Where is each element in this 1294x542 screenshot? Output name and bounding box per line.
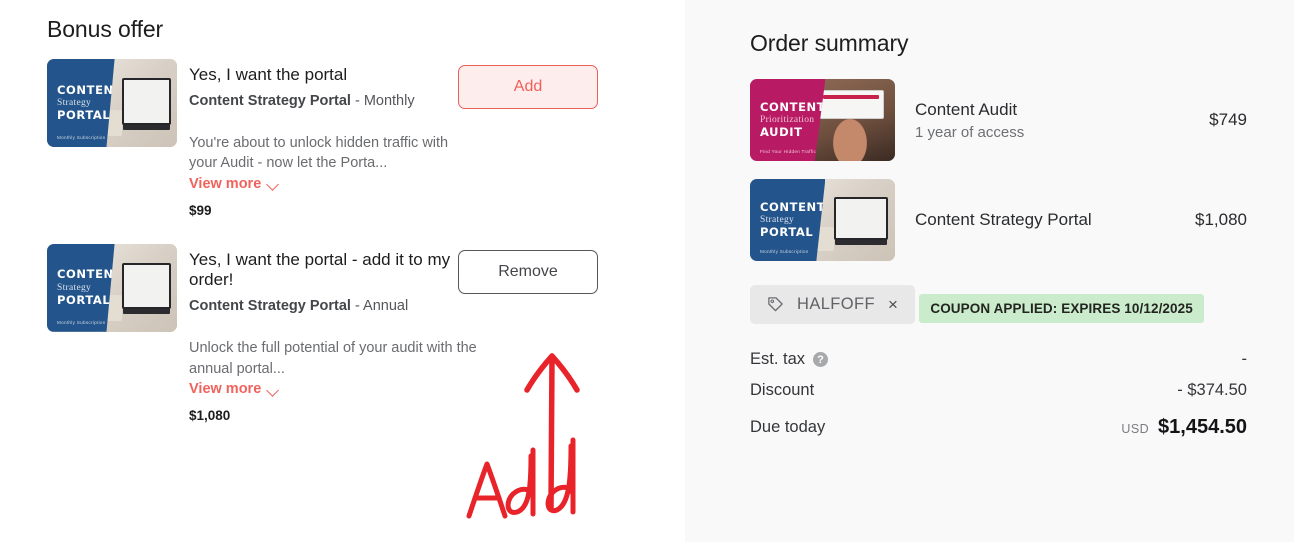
total-label: Est. tax ? [750, 350, 829, 369]
thumbnail-line-4: Monthly Subscription [57, 135, 106, 140]
order-totals: Est. tax ? - Discount - $374.50 Due toda… [750, 350, 1247, 439]
close-icon[interactable]: × [888, 296, 898, 313]
offer-subtitle: Content Strategy Portal - Annual [189, 297, 661, 316]
view-more-label: View more [189, 175, 262, 192]
total-row-discount: Discount - $374.50 [750, 381, 1247, 400]
total-label: Discount [750, 381, 814, 400]
total-row-est-tax: Est. tax ? - [750, 350, 1247, 369]
bonus-offer-item: CONTENT Strategy PORTAL Monthly Subscrip… [47, 243, 661, 424]
order-item-price: $1,080 [1195, 210, 1247, 229]
remove-button[interactable]: Remove [458, 249, 598, 294]
thumbnail-label-panel: CONTENT Prioritization AUDIT Find Your H… [750, 79, 826, 161]
coupon-code-label: HALFOFF [797, 295, 875, 313]
offer-product-name: Content Strategy Portal [189, 298, 351, 315]
offer-description: You're about to unlock hidden traffic wi… [189, 134, 449, 172]
order-item-thumbnail: CONTENT Prioritization AUDIT Find Your H… [750, 79, 895, 161]
offer-heading: Yes, I want the portal - add it to my or… [189, 249, 451, 290]
due-today-value: USD $1,454.50 [1121, 416, 1247, 439]
offer-term: - Annual [350, 298, 409, 315]
page-title: Bonus offer [47, 16, 164, 42]
order-summary-pane: Order summary CONTENT Prioritization AUD… [685, 0, 1294, 542]
thumbnail-line-3: PORTAL [760, 225, 814, 240]
thumbnail-line-1: CONTENT [57, 267, 123, 282]
due-today-label: Due today [750, 418, 826, 436]
chevron-down-icon [268, 180, 279, 187]
offer-thumbnail-image: CONTENT Strategy PORTAL Monthly Subscrip… [47, 243, 177, 332]
bonus-offer-pane: Bonus offer CONTENT Strategy PORTAL Mont… [0, 0, 685, 542]
tag-icon [768, 297, 783, 312]
due-today-amount: $1,454.50 [1158, 416, 1247, 438]
offer-product-name: Content Strategy Portal [189, 92, 351, 109]
thumbnail-line-1: CONTENT [760, 99, 826, 114]
offer-description: Unlock the full potential of your audit … [189, 340, 477, 377]
offer-action-slot: Add [458, 65, 598, 109]
add-button[interactable]: Add [458, 65, 598, 109]
est-tax-value: - [1241, 350, 1248, 368]
order-item-name: Content Strategy Portal [915, 210, 1092, 230]
bonus-offer-item: CONTENT Strategy PORTAL Monthly Subscrip… [47, 59, 661, 218]
order-item-thumbnail: CONTENT Strategy PORTAL Monthly Subscrip… [750, 179, 895, 261]
offer-action-slot: Remove [458, 249, 598, 294]
view-more-link[interactable]: View more [189, 176, 279, 192]
discount-value: - $374.50 [1177, 381, 1247, 399]
coupon-chip[interactable]: HALFOFF × [750, 285, 915, 324]
order-summary-title: Order summary [750, 30, 909, 56]
order-item-text: Content Audit 1 year of access [895, 99, 1209, 141]
total-row-due-today: Due today USD $1,454.50 [750, 416, 1247, 439]
est-tax-label: Est. tax [750, 350, 806, 368]
order-item-text: Content Strategy Portal [895, 209, 1195, 230]
thumbnail-line-3: AUDIT [760, 125, 803, 140]
discount-label: Discount [750, 381, 815, 399]
view-more-label: View more [189, 381, 262, 398]
help-icon[interactable]: ? [813, 352, 829, 367]
offer-thumbnail-image: CONTENT Strategy PORTAL Monthly Subscrip… [47, 59, 177, 147]
thumbnail-label-panel: CONTENT Strategy PORTAL Monthly Subscrip… [47, 243, 123, 332]
thumbnail-line-4: Monthly Subscription [760, 249, 809, 254]
thumbnail-line-1: CONTENT [57, 82, 123, 97]
thumbnail-line-4: Find Your Hidden Traffic [760, 149, 817, 154]
thumbnail-line-1: CONTENT [760, 199, 826, 214]
thumbnail-label-panel: CONTENT Strategy PORTAL Monthly Subscrip… [750, 179, 826, 261]
order-item-meta: 1 year of access [915, 124, 1025, 142]
order-line-item: CONTENT Prioritization AUDIT Find Your H… [750, 79, 1247, 161]
view-more-link[interactable]: View more [189, 381, 279, 397]
order-item-name: Content Audit [915, 99, 1018, 119]
order-line-item: CONTENT Strategy PORTAL Monthly Subscrip… [750, 179, 1247, 261]
thumbnail-line-3: PORTAL [57, 108, 111, 123]
checkout-page: Bonus offer CONTENT Strategy PORTAL Mont… [0, 0, 1294, 542]
coupon-applied-badge: COUPON APPLIED: EXPIRES 10/12/2025 [919, 294, 1204, 323]
thumbnail-line-4: Monthly Subscription [57, 319, 106, 325]
chevron-down-icon [268, 386, 279, 393]
offer-heading: Yes, I want the portal [189, 65, 348, 84]
currency-code: USD [1121, 422, 1150, 436]
offer-term: - Monthly [350, 92, 415, 109]
offer-price: $99 [189, 202, 212, 218]
thumbnail-line-3: PORTAL [57, 292, 111, 307]
thumbnail-label-panel: CONTENT Strategy PORTAL Monthly Subscrip… [47, 59, 115, 147]
offer-price: $1,080 [189, 408, 231, 424]
order-item-price: $749 [1209, 110, 1247, 129]
